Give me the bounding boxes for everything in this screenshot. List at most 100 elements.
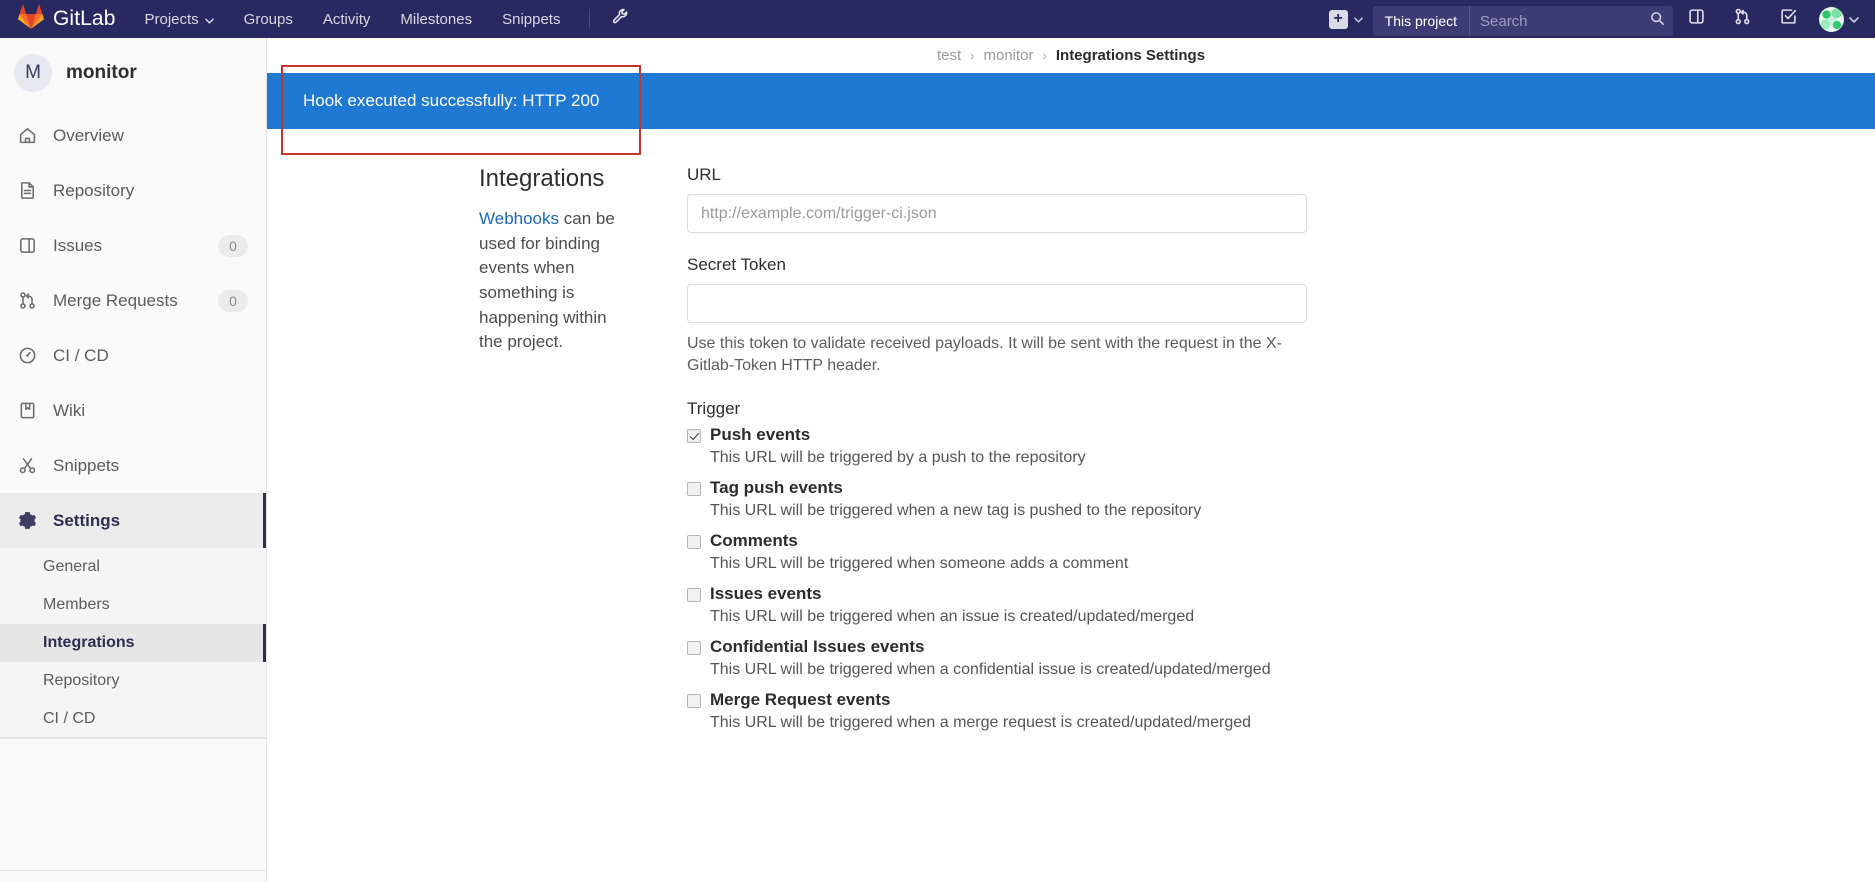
checkbox-comments[interactable] <box>687 535 701 550</box>
merge-requests-icon <box>1734 8 1751 30</box>
settings-page-body: Integrations Webhooks can be used for bi… <box>267 129 1875 882</box>
sidebar-item-settings[interactable]: Settings <box>0 493 266 548</box>
trigger-merge-request-events-desc: This URL will be triggered when a merge … <box>710 714 1252 732</box>
sidebar-item-snippets[interactable]: Snippets <box>0 438 266 493</box>
secret-token-help: Use this token to validate received payl… <box>687 335 1282 375</box>
sidebar-subitem-integrations[interactable]: Integrations <box>0 624 266 662</box>
trigger-tag-push-events-label: Tag push events <box>710 478 843 498</box>
trigger-merge-request-events-label: Merge Request events <box>710 690 891 710</box>
sidebar-issues-label: Issues <box>53 235 103 255</box>
nav-merge-requests-button[interactable] <box>1719 0 1765 38</box>
breadcrumb-item-monitor[interactable]: monitor <box>983 47 1033 64</box>
admin-wrench-button[interactable] <box>602 0 639 38</box>
sidebar-subitem-cicd[interactable]: CI / CD <box>0 700 266 738</box>
rocket-icon <box>16 346 38 365</box>
search-scope-button[interactable]: This project <box>1372 6 1469 36</box>
nav-issues-button[interactable] <box>1673 0 1719 38</box>
chevron-down-icon <box>204 11 214 28</box>
top-navbar: GitLab Projects Groups Activity Mileston… <box>0 0 1875 38</box>
checkbox-tag-push-events[interactable] <box>687 482 701 497</box>
merge-request-icon <box>16 291 38 310</box>
trigger-section-label: Trigger <box>687 399 741 419</box>
sidebar-settings-label: Settings <box>53 510 121 530</box>
project-name: monitor <box>66 62 137 83</box>
trigger-confidential-issues-events: Confidential Issues events This URL will… <box>687 637 1307 679</box>
merge-requests-count-badge: 0 <box>218 289 248 312</box>
breadcrumb-bar: test › monitor › Integrations Settings <box>267 38 1875 73</box>
plus-icon: + <box>1328 9 1348 29</box>
integrations-description-rest: can be used for binding events when some… <box>479 209 615 352</box>
chevron-right-icon: › <box>1042 48 1047 63</box>
webhook-form-column: URL Secret Token Use this token to valid… <box>687 165 1507 882</box>
sidebar-subitem-members[interactable]: Members <box>0 586 266 624</box>
breadcrumb: test › monitor › Integrations Settings <box>937 47 1205 64</box>
settings-subnav: General Members Integrations Repository … <box>0 548 266 738</box>
webhooks-link[interactable]: Webhooks <box>479 209 559 228</box>
checkbox-issues-events[interactable] <box>687 588 701 603</box>
chevron-right-icon: › <box>970 48 975 63</box>
sidebar-footer-divider <box>0 870 266 882</box>
trigger-issues-events-label: Issues events <box>710 584 822 604</box>
sidebar-item-overview[interactable]: Overview <box>0 108 266 163</box>
search-icon[interactable] <box>1650 11 1665 31</box>
sidebar-item-wiki[interactable]: Wiki <box>0 383 266 438</box>
nav-link-groups[interactable]: Groups <box>229 0 308 38</box>
todos-icon <box>1780 8 1797 30</box>
user-avatar <box>1819 6 1844 32</box>
url-label: URL <box>687 165 722 184</box>
nav-link-snippets[interactable]: Snippets <box>487 0 575 38</box>
url-input[interactable] <box>687 194 1307 233</box>
sidebar-wiki-label: Wiki <box>53 400 86 420</box>
project-header[interactable]: M monitor <box>0 38 266 108</box>
sidebar-subitem-repository[interactable]: Repository <box>0 662 266 700</box>
document-icon <box>16 181 38 200</box>
trigger-issues-events-desc: This URL will be triggered when an issue… <box>710 608 1195 626</box>
sidebar-item-repository[interactable]: Repository <box>0 163 266 218</box>
trigger-push-events-head: Push events <box>687 425 1307 445</box>
issues-icon <box>16 236 38 255</box>
navbar-right: + This project <box>1319 0 1875 38</box>
navbar-divider <box>589 9 591 29</box>
issues-icon <box>1688 8 1705 30</box>
sidebar-item-cicd[interactable]: CI / CD <box>0 328 266 383</box>
navbar-spacer <box>639 0 1318 38</box>
user-menu-button[interactable] <box>1811 0 1875 38</box>
search-input[interactable] <box>1480 12 1663 30</box>
trigger-tag-push-events: Tag push events This URL will be trigger… <box>687 478 1307 520</box>
trigger-merge-request-events-head: Merge Request events <box>687 690 1307 710</box>
wrench-icon <box>612 8 629 30</box>
integrations-info-column: Integrations Webhooks can be used for bi… <box>267 165 687 882</box>
sidebar-subitem-general[interactable]: General <box>0 548 266 586</box>
book-icon <box>16 401 38 420</box>
nav-link-projects[interactable]: Projects <box>129 0 228 38</box>
sidebar-item-issues[interactable]: Issues 0 <box>0 218 266 273</box>
chevron-down-icon <box>1353 10 1363 28</box>
sidebar-merge-requests-label: Merge Requests <box>53 290 178 310</box>
checkbox-push-events[interactable] <box>687 429 701 444</box>
page-title: Integrations <box>479 165 605 192</box>
nav-todos-button[interactable] <box>1765 0 1811 38</box>
nav-link-milestones[interactable]: Milestones <box>385 0 487 38</box>
gear-icon <box>16 511 38 530</box>
nav-link-activity[interactable]: Activity <box>308 0 386 38</box>
trigger-comments-head: Comments <box>687 531 1307 551</box>
gitlab-brand[interactable]: GitLab <box>0 0 129 38</box>
nav-projects-label: Projects <box>144 10 199 28</box>
trigger-tag-push-events-desc: This URL will be triggered when a new ta… <box>710 502 1202 520</box>
search-input-wrapper[interactable] <box>1469 6 1673 36</box>
breadcrumb-item-test[interactable]: test <box>937 47 961 64</box>
primary-nav: Projects Groups Activity Milestones Snip… <box>129 0 575 38</box>
secret-token-input[interactable] <box>687 284 1307 323</box>
trigger-merge-request-events: Merge Request events This URL will be tr… <box>687 690 1307 732</box>
trigger-push-events-label: Push events <box>710 425 811 445</box>
sidebar-item-merge-requests[interactable]: Merge Requests 0 <box>0 273 266 328</box>
trigger-push-events: Push events This URL will be triggered b… <box>687 425 1307 467</box>
sidebar-empty-space <box>0 738 266 870</box>
project-avatar: M <box>14 54 52 92</box>
new-item-button[interactable]: + <box>1319 0 1373 38</box>
trigger-confidential-issues-events-desc: This URL will be triggered when a confid… <box>710 661 1271 679</box>
secret-token-field-group: Secret Token Use this token to validate … <box>687 255 1307 377</box>
checkbox-confidential-issues-events[interactable] <box>687 641 701 656</box>
checkbox-merge-request-events[interactable] <box>687 694 701 709</box>
trigger-issues-events: Issues events This URL will be triggered… <box>687 584 1307 626</box>
